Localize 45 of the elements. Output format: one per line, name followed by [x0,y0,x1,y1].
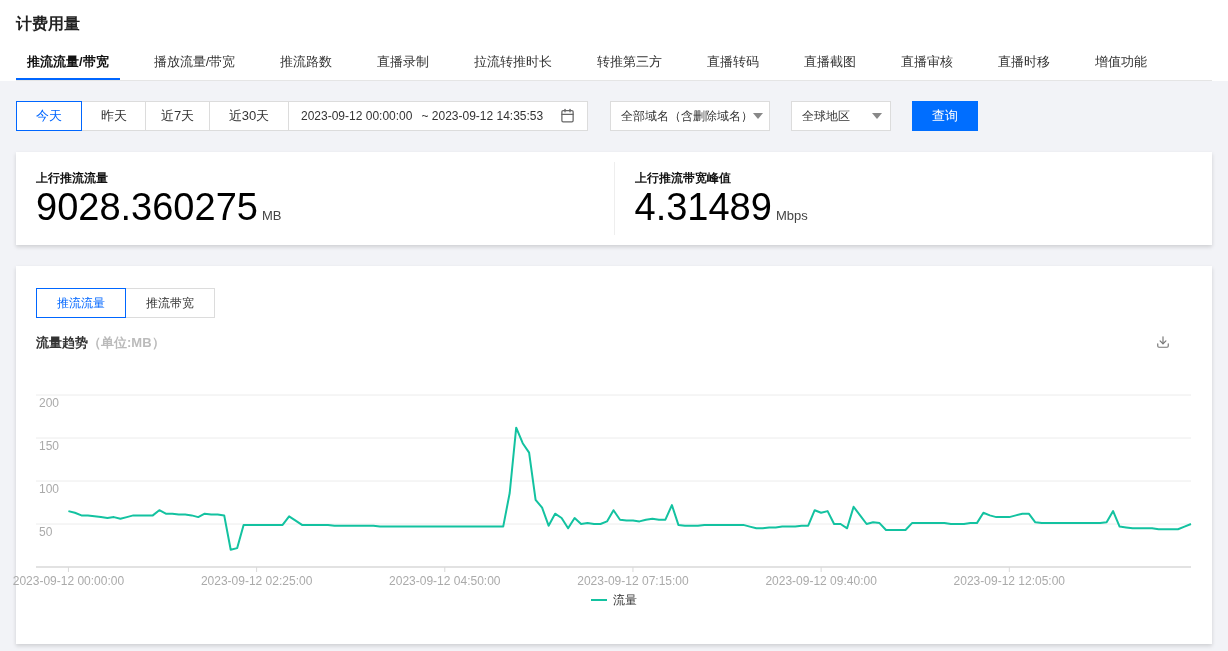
caret-icon [872,112,882,119]
query-button[interactable]: 查询 [912,100,978,131]
chart-toggle[interactable]: 推流带宽 [125,287,215,318]
caret-icon [753,112,763,119]
x-axis-label: 2023-09-12 04:50:00 [389,574,501,587]
tab[interactable]: 增值功能 [1084,52,1159,80]
page-title: 计费用量 [16,14,81,34]
y-axis-label: 150 [39,439,60,453]
stat-value: 9028.360275 [36,185,258,228]
calendar-icon [560,108,575,123]
stat-label: 上行推流带宽峰值 [634,169,732,186]
tab[interactable]: 直播转码 [696,52,771,80]
domain-dropdown[interactable]: 全部域名（含删除域名） [610,100,770,131]
x-axis-label: 2023-09-12 02:25:00 [200,574,313,587]
stat-value: 4.31489 [634,185,772,228]
tab[interactable]: 直播时移 [987,52,1062,80]
tab[interactable]: 直播录制 [366,52,441,80]
stat-unit: MB [261,206,282,225]
tab[interactable]: 推流流量/带宽 [16,52,120,80]
tab[interactable]: 拉流转推时长 [463,52,564,80]
y-axis-label: 100 [39,482,60,496]
y-axis-label: 50 [39,525,53,539]
date-range-button[interactable]: 近7天 [145,100,210,131]
legend-label[interactable]: 流量 [613,591,637,609]
region-dropdown[interactable]: 全球地区 [791,100,891,131]
download-icon[interactable] [1156,335,1170,350]
tab[interactable]: 直播审核 [890,52,965,80]
x-axis-label: 2023-09-12 00:00:00 [12,574,125,587]
date-range-button[interactable]: 今天 [16,100,82,131]
chart-title: 流量趋势 [36,333,88,352]
x-axis-label: 2023-09-12 07:15:00 [577,574,689,587]
tab[interactable]: 推流路数 [269,52,344,80]
tab[interactable]: 直播截图 [793,52,868,80]
date-range-field[interactable]: 2023-09-12 00:00:00 ~ 2023-09-12 14:35:53 [288,100,588,131]
stat-label: 上行推流流量 [36,169,109,186]
unit-note: （单位:MB） [88,333,165,352]
x-axis-label: 2023-09-12 09:40:00 [765,574,877,587]
date-range-button[interactable]: 近30天 [209,100,289,131]
tab[interactable]: 播放流量/带宽 [142,52,247,80]
chart-toggle[interactable]: 推流流量 [36,287,126,318]
x-axis-label: 2023-09-12 12:05:00 [953,574,1066,587]
tab[interactable]: 转推第三方 [586,52,674,80]
y-axis-label: 200 [39,396,60,410]
date-range-button[interactable]: 昨天 [81,100,146,131]
stat-unit: Mbps [775,206,808,225]
